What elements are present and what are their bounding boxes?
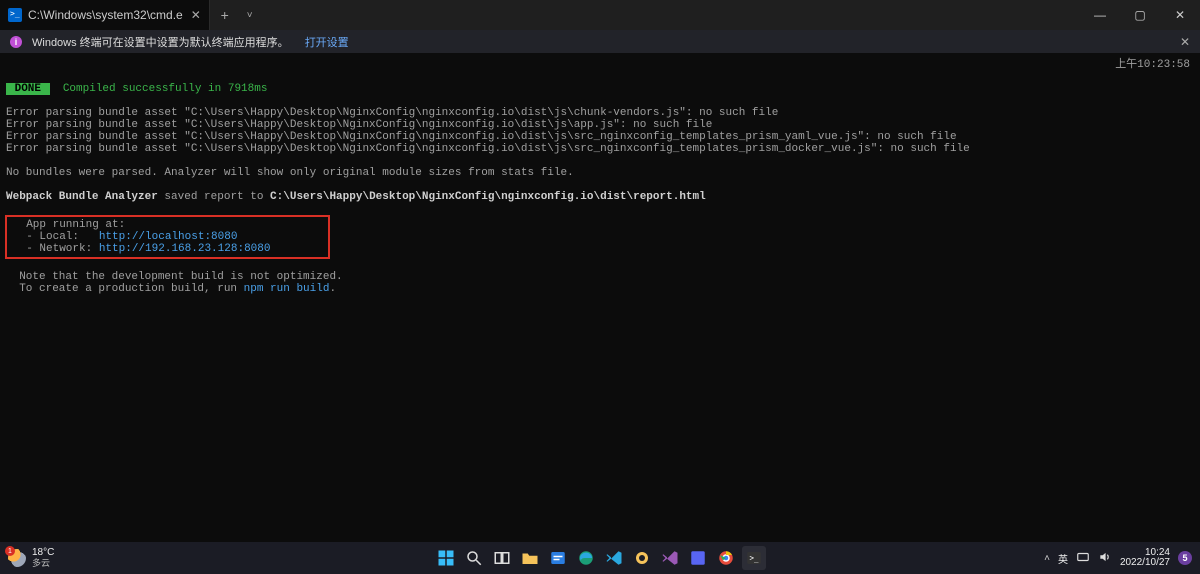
app-running-line: App running at: — [13, 219, 125, 231]
network-icon[interactable] — [1076, 550, 1090, 567]
tab-close-button[interactable]: ✕ — [189, 8, 203, 22]
no-bundles-line: No bundles were parsed. Analyzer will sh… — [6, 167, 574, 179]
task-view-button[interactable] — [490, 546, 514, 570]
weather-text: 18°C 多云 — [32, 548, 54, 568]
file-explorer-icon[interactable] — [518, 546, 542, 570]
analyzer-path: C:\Users\Happy\Desktop\NginxConfig\nginx… — [270, 191, 706, 203]
ide-icon[interactable] — [686, 546, 710, 570]
ime-indicator[interactable]: 英 — [1058, 551, 1068, 566]
taskbar-center: >_ — [434, 546, 766, 570]
visual-studio-icon[interactable] — [658, 546, 682, 570]
weather-widget[interactable]: 1 18°C 多云 — [0, 548, 62, 568]
cmd-icon — [8, 8, 22, 22]
chevron-down-icon: ˅ — [247, 10, 253, 21]
note-line: Note that the development build is not o… — [6, 271, 343, 283]
alert-badge: 1 — [5, 546, 15, 556]
error-line: Error parsing bundle asset "C:\Users\Hap… — [6, 119, 712, 131]
close-icon: ✕ — [1180, 35, 1190, 49]
minimize-icon: — — [1094, 8, 1106, 22]
app-running-box: App running at: - Local: http://localhos… — [5, 215, 330, 259]
tray-overflow-button[interactable]: ˄ — [1044, 553, 1050, 564]
plus-icon: + — [221, 7, 229, 23]
minimize-button[interactable]: — — [1080, 0, 1120, 30]
terminal-output[interactable]: 上午10:23:58 DONE Compiled successfully in… — [0, 53, 1200, 301]
infobar-close-button[interactable]: ✕ — [1180, 35, 1190, 49]
open-settings-link[interactable]: 打开设置 — [305, 34, 349, 50]
error-line: Error parsing bundle asset "C:\Users\Hap… — [6, 131, 957, 143]
tray-clock[interactable]: 10:24 2022/10/27 — [1120, 548, 1170, 568]
network-label: - Network: — [13, 243, 99, 255]
analyzer-prefix: Webpack Bundle Analyzer — [6, 191, 158, 203]
close-icon: ✕ — [1175, 8, 1185, 22]
system-tray: ˄ 英 10:24 2022/10/27 5 — [1044, 548, 1200, 568]
maximize-icon: ▢ — [1134, 8, 1145, 22]
clock-date: 2022/10/27 — [1120, 558, 1170, 568]
local-url[interactable]: http://localhost:8080 — [99, 231, 238, 243]
default-terminal-infobar: i Windows 终端可在设置中设置为默认终端应用程序。 打开设置 ✕ — [0, 30, 1200, 53]
vscode-icon[interactable] — [602, 546, 626, 570]
terminal-tab[interactable]: C:\Windows\system32\cmd.e ✕ — [0, 0, 210, 30]
infobar-message: Windows 终端可在设置中设置为默认终端应用程序。 — [32, 34, 289, 50]
tab-dropdown-button[interactable]: ˅ — [240, 10, 260, 21]
error-line: Error parsing bundle asset "C:\Users\Hap… — [6, 107, 778, 119]
maximize-button[interactable]: ▢ — [1120, 0, 1160, 30]
error-line: Error parsing bundle asset "C:\Users\Hap… — [6, 143, 970, 155]
notification-badge[interactable]: 5 — [1178, 551, 1192, 565]
info-icon: i — [10, 36, 22, 48]
window-titlebar: C:\Windows\system32\cmd.e ✕ + ˅ — ▢ ✕ — [0, 0, 1200, 30]
new-tab-button[interactable]: + — [210, 0, 240, 30]
terminal-taskbar-icon[interactable]: >_ — [742, 546, 766, 570]
weather-temp: 18°C — [32, 548, 54, 558]
network-url[interactable]: http://192.168.23.128:8080 — [99, 243, 271, 255]
tab-title: C:\Windows\system32\cmd.e — [28, 8, 183, 22]
search-button[interactable] — [462, 546, 486, 570]
done-badge: DONE — [6, 83, 50, 95]
close-icon: ✕ — [191, 8, 201, 22]
windows-taskbar: 1 18°C 多云 >_ ˄ 英 10:24 2022/10/27 5 — [0, 542, 1200, 574]
note-line-prefix: To create a production build, run — [6, 283, 244, 295]
npm-run-build: npm run build — [244, 283, 330, 295]
analyzer-mid: saved report to — [158, 191, 270, 203]
window-controls: — ▢ ✕ — [1080, 0, 1200, 30]
chrome-icon[interactable] — [714, 546, 738, 570]
weather-icon: 1 — [8, 549, 26, 567]
local-label: - Local: — [13, 231, 99, 243]
compile-timestamp: 上午10:23:58 — [1115, 59, 1190, 71]
compiled-message: Compiled successfully in 7918ms — [63, 83, 268, 95]
volume-icon[interactable] — [1098, 550, 1112, 567]
note-line-suffix: . — [329, 283, 336, 295]
powertoys-icon[interactable] — [630, 546, 654, 570]
ime-lang: 英 — [1058, 551, 1068, 566]
mail-icon[interactable] — [546, 546, 570, 570]
start-button[interactable] — [434, 546, 458, 570]
svg-text:>_: >_ — [750, 553, 760, 562]
edge-icon[interactable] — [574, 546, 598, 570]
weather-condition: 多云 — [32, 558, 54, 568]
close-window-button[interactable]: ✕ — [1160, 0, 1200, 30]
